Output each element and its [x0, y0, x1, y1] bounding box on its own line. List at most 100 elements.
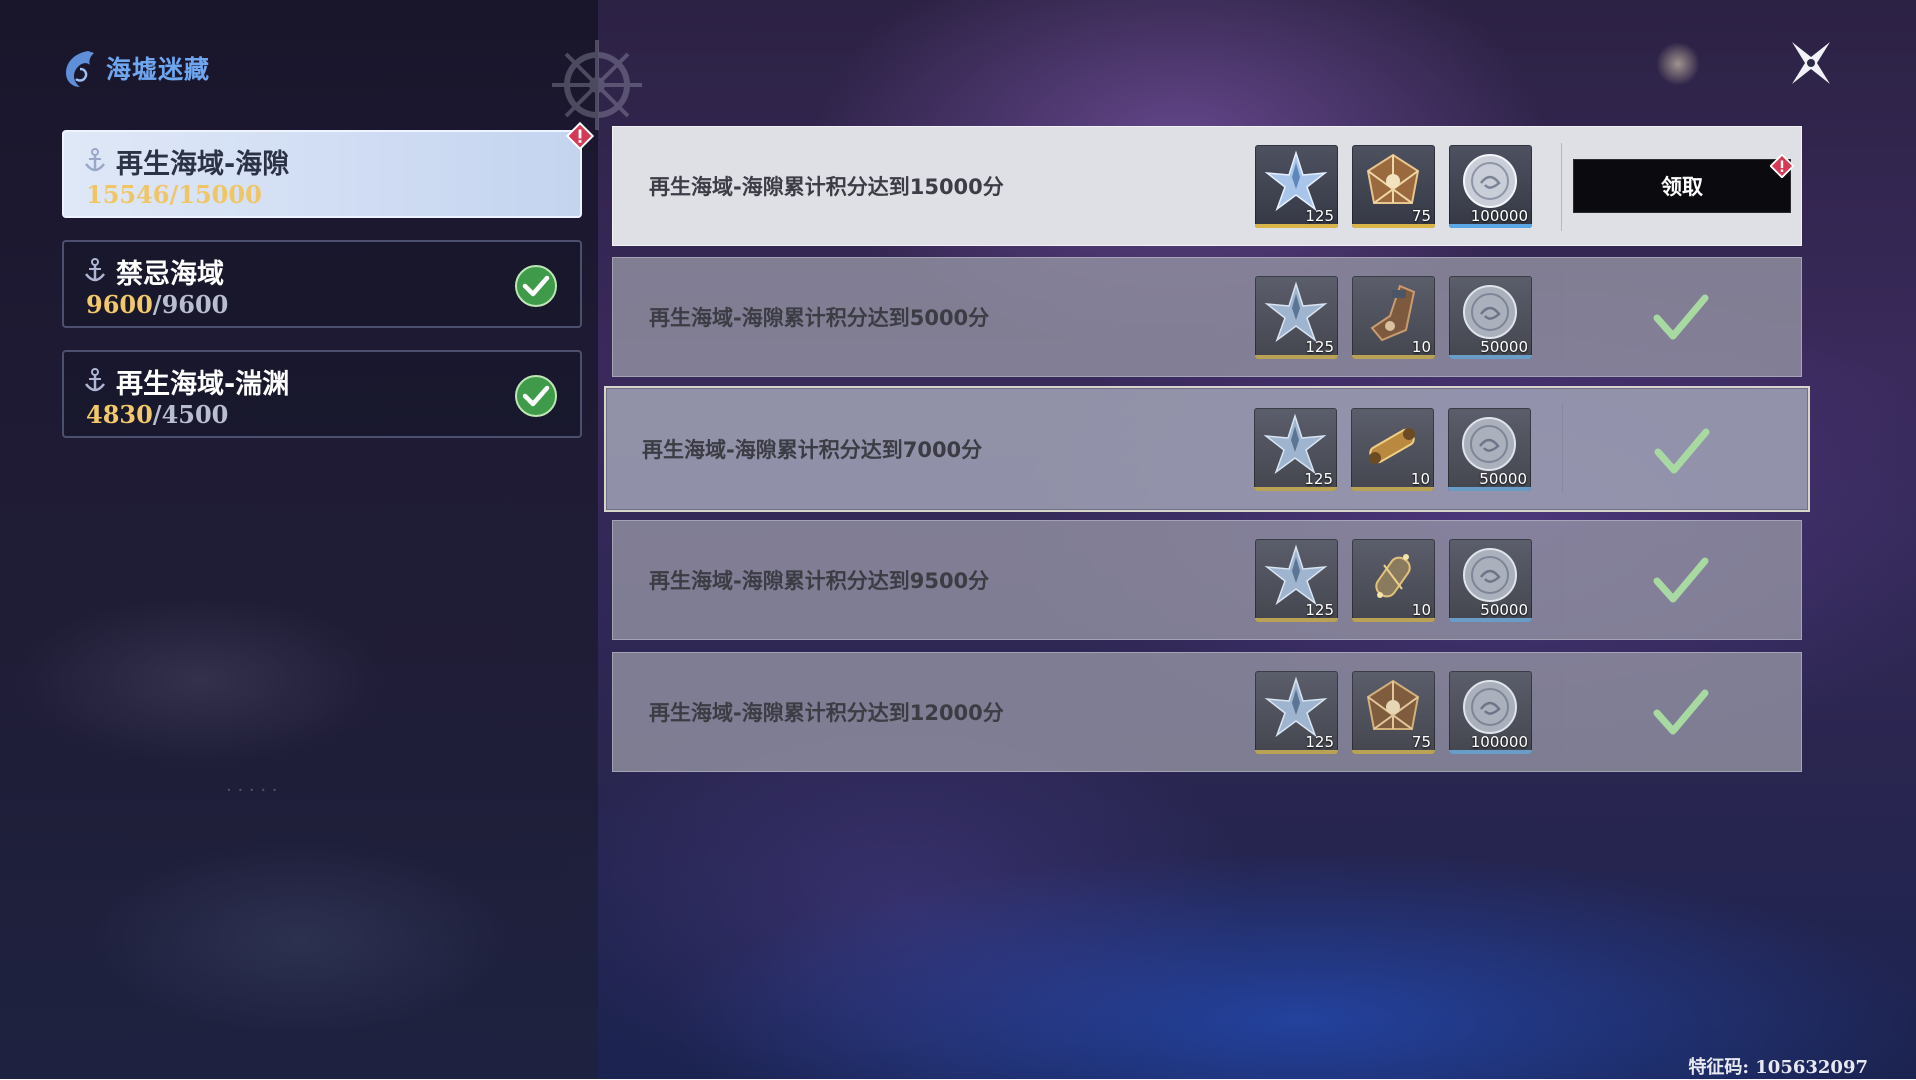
anchor-icon: [84, 368, 106, 394]
score-current: 15546: [86, 180, 170, 209]
item-quantity: 125: [1305, 601, 1334, 619]
page-title: 海墟迷藏: [106, 50, 210, 86]
reward-item-bronze-gauntlet[interactable]: 10: [1352, 276, 1435, 359]
alert-badge-icon: [1770, 154, 1794, 178]
score-separator: /: [153, 290, 162, 319]
item-quantity: 100000: [1471, 207, 1528, 225]
reward-item-silver-coin[interactable]: 100000: [1449, 145, 1532, 228]
region-item-tuanyuan[interactable]: 再生海域-湍渊 4830/4500: [62, 350, 582, 438]
item-quantity: 10: [1412, 338, 1431, 356]
region-item-haixi[interactable]: 再生海域-海隙 15546/15000: [62, 130, 582, 218]
bronze-cage-icon: [1360, 675, 1426, 741]
reward-items: 125 75 100000: [1255, 671, 1532, 754]
bronze-gauntlet-icon: [1360, 280, 1426, 346]
star-shard-icon: [1262, 412, 1328, 478]
region-name: 禁忌海域: [116, 252, 224, 291]
row-divider: [1561, 274, 1562, 362]
star-shard-icon: [1263, 280, 1329, 346]
reward-items: 125 75 100000: [1255, 145, 1532, 228]
close-icon[interactable]: [1786, 38, 1836, 88]
region-name: 再生海域-海隙: [116, 142, 289, 181]
region-score: 15546/15000: [86, 180, 262, 209]
region-sidebar: · · · · · 海墟迷藏 再生海域-海隙 15546/15000: [0, 0, 598, 1079]
reward-item-silver-coin[interactable]: 50000: [1449, 276, 1532, 359]
reward-item-star-shard[interactable]: 125: [1255, 671, 1338, 754]
golden-scroll-icon: [1359, 412, 1425, 478]
reward-row: 再生海域-海隙累计积分达到9500分 125 10: [612, 520, 1802, 640]
score-current: 4830: [86, 400, 153, 429]
reward-row: 再生海域-海隙累计积分达到12000分 125 75: [612, 652, 1802, 772]
blurred-background-label: · · · · ·: [226, 780, 278, 801]
silver-coin-icon: [1457, 280, 1523, 346]
score-current: 9600: [86, 290, 153, 319]
item-quantity: 75: [1412, 733, 1431, 751]
sidebar-fog: [0, 520, 598, 1080]
header: 海墟迷藏: [58, 46, 210, 90]
completed-check-icon: [514, 264, 558, 308]
row-divider: [1561, 537, 1562, 625]
region-item-jinji[interactable]: 禁忌海域 9600/9600: [62, 240, 582, 328]
item-quantity: 125: [1304, 470, 1333, 488]
item-quantity: 50000: [1479, 470, 1527, 488]
claim-button[interactable]: 领取: [1573, 159, 1791, 213]
reward-item-bronze-cage[interactable]: 75: [1352, 671, 1435, 754]
star-shard-icon: [1263, 675, 1329, 741]
claimed-check-icon: [1653, 292, 1709, 342]
reward-items: 125 10 50000: [1255, 276, 1532, 359]
score-separator: /: [170, 180, 179, 209]
region-score: 4830/4500: [86, 400, 228, 429]
reward-item-silver-coin[interactable]: 50000: [1449, 539, 1532, 622]
score-separator: /: [153, 400, 162, 429]
reward-items: 125 10 50000: [1255, 539, 1532, 622]
moon-glow: [1656, 42, 1700, 86]
anchor-icon: [84, 148, 106, 174]
reward-row: 再生海域-海隙累计积分达到7000分 125 10: [604, 386, 1810, 512]
completed-check-icon: [514, 374, 558, 418]
score-max: 15000: [178, 180, 262, 209]
score-max: 4500: [162, 400, 229, 429]
row-divider: [1561, 143, 1562, 231]
golden-capsule-icon: [1360, 543, 1426, 609]
reward-item-golden-scroll[interactable]: 10: [1351, 408, 1434, 491]
score-max: 9600: [162, 290, 229, 319]
row-divider: [1562, 404, 1563, 492]
reward-item-silver-coin[interactable]: 100000: [1449, 671, 1532, 754]
item-quantity: 50000: [1480, 601, 1528, 619]
star-shard-icon: [1263, 149, 1329, 215]
bronze-cage-icon: [1360, 149, 1426, 215]
claimed-check-icon: [1654, 426, 1710, 476]
claimed-check-icon: [1653, 555, 1709, 605]
item-quantity: 125: [1305, 338, 1334, 356]
reward-condition: 再生海域-海隙累计积分达到5000分: [649, 258, 989, 376]
player-uid: 特征码: 105632097: [1688, 1053, 1868, 1079]
claim-button-label: 领取: [1661, 171, 1703, 201]
reward-row: 再生海域-海隙累计积分达到5000分 125 10: [612, 257, 1802, 377]
anchor-icon: [84, 258, 106, 284]
item-quantity: 50000: [1480, 338, 1528, 356]
silver-coin-icon: [1456, 412, 1522, 478]
item-quantity: 10: [1412, 601, 1431, 619]
reward-item-silver-coin[interactable]: 50000: [1448, 408, 1531, 491]
item-quantity: 75: [1412, 207, 1431, 225]
reward-item-bronze-cage[interactable]: 75: [1352, 145, 1435, 228]
reward-item-golden-capsule[interactable]: 10: [1352, 539, 1435, 622]
item-quantity: 10: [1411, 470, 1430, 488]
reward-condition: 再生海域-海隙累计积分达到7000分: [642, 388, 982, 510]
reward-item-star-shard[interactable]: 125: [1254, 408, 1337, 491]
silver-coin-icon: [1457, 675, 1523, 741]
silver-coin-icon: [1457, 149, 1523, 215]
reward-item-star-shard[interactable]: 125: [1255, 539, 1338, 622]
reward-item-star-shard[interactable]: 125: [1255, 276, 1338, 359]
silver-coin-icon: [1457, 543, 1523, 609]
reward-item-star-shard[interactable]: 125: [1255, 145, 1338, 228]
item-quantity: 125: [1305, 733, 1334, 751]
item-quantity: 125: [1305, 207, 1334, 225]
reward-condition: 再生海域-海隙累计积分达到9500分: [649, 521, 989, 639]
item-quantity: 100000: [1471, 733, 1528, 751]
region-score: 9600/9600: [86, 290, 228, 319]
claimed-check-icon: [1653, 687, 1709, 737]
reward-condition: 再生海域-海隙累计积分达到15000分: [649, 127, 1004, 245]
alert-badge-icon: [566, 122, 594, 150]
reward-items: 125 10 50000: [1254, 408, 1531, 491]
row-divider: [1561, 669, 1562, 757]
